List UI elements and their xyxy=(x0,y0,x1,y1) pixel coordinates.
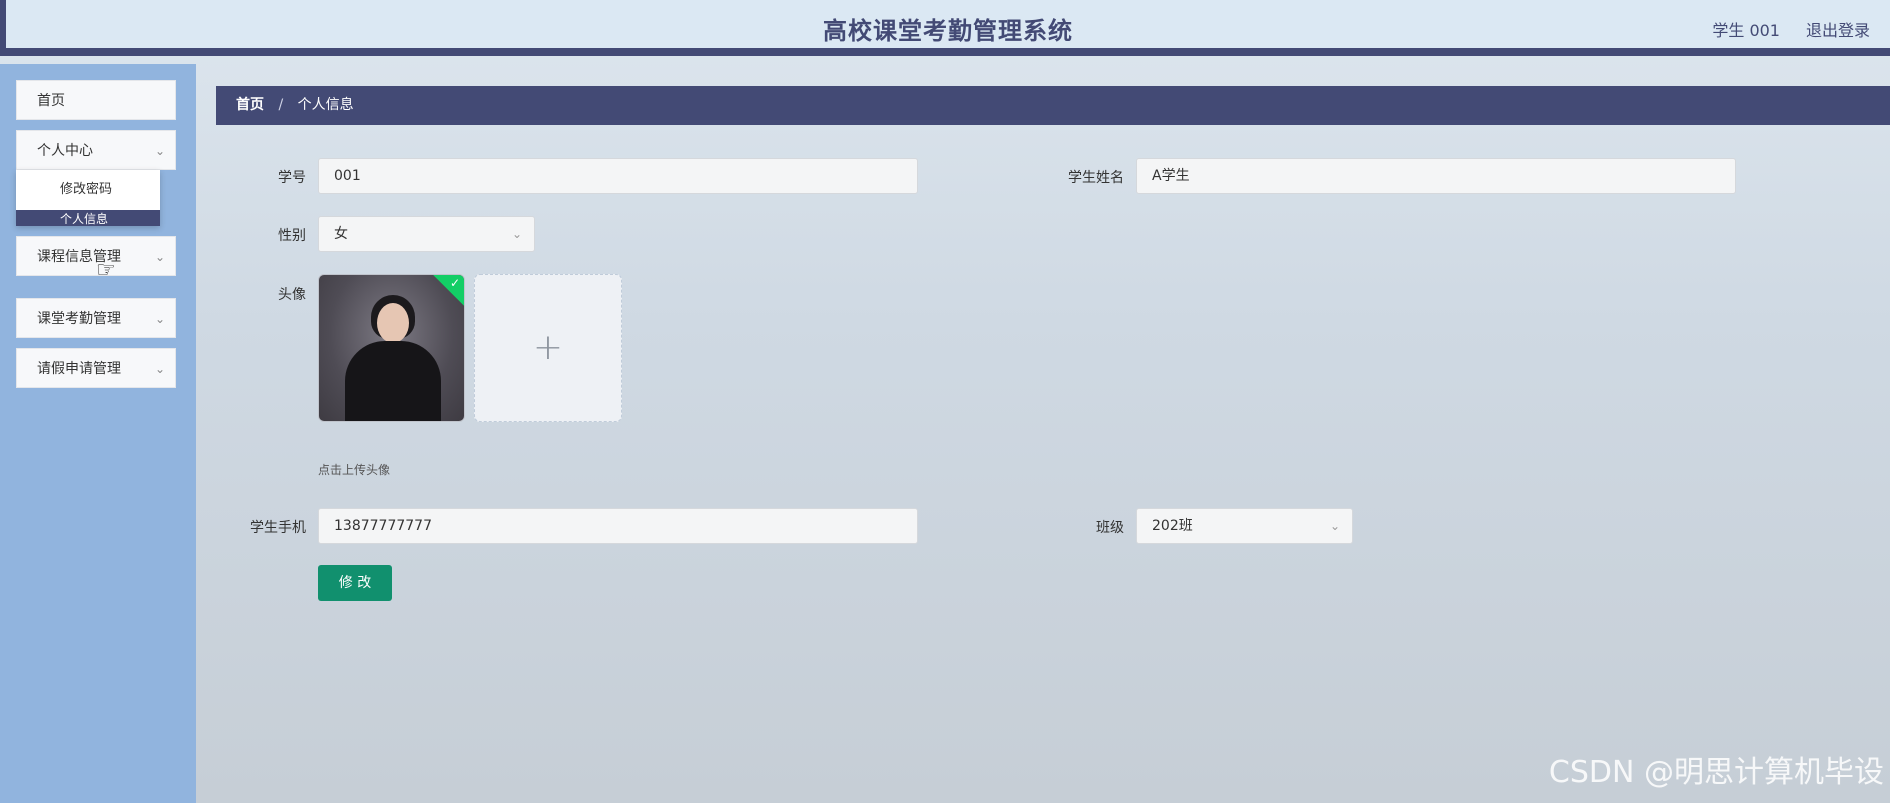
chevron-down-icon: ⌄ xyxy=(511,227,522,241)
class-select[interactable]: 202班 ⌄ xyxy=(1136,508,1353,544)
watermark: CSDN @明思计算机毕设 xyxy=(1548,755,1884,790)
student-name-label: 学生姓名 xyxy=(1068,170,1124,186)
modify-button[interactable]: 修 改 xyxy=(318,565,392,601)
class-label: 班级 xyxy=(1096,520,1124,536)
person-face xyxy=(377,303,409,343)
chevron-down-icon: ⌄ xyxy=(154,144,165,158)
student-no-field[interactable]: 001 xyxy=(318,158,918,194)
sidebar-item-home[interactable]: 首页 xyxy=(16,80,176,120)
class-value: 202班 xyxy=(1152,518,1193,534)
breadcrumb: 首页 / 个人信息 xyxy=(216,86,1890,125)
chevron-down-icon: ⌄ xyxy=(154,312,165,326)
submenu-personal-info[interactable]: 个人信息 xyxy=(16,210,160,226)
logout-link[interactable]: 退出登录 xyxy=(1806,17,1870,41)
gender-value: 女 xyxy=(334,226,348,242)
plus-icon: + xyxy=(532,327,564,368)
check-icon: ✓ xyxy=(449,276,460,290)
personal-center-submenu: 修改密码 个人信息 xyxy=(16,170,160,226)
gender-label: 性别 xyxy=(278,228,306,244)
sidebar-item-label: 首页 xyxy=(37,93,65,109)
breadcrumb-separator: / xyxy=(278,97,284,113)
phone-label: 学生手机 xyxy=(250,520,306,536)
sidebar-item-leave[interactable]: 请假申请管理 ⌄ xyxy=(16,348,176,388)
sidebar-item-label: 课堂考勤管理 xyxy=(37,311,121,327)
student-name-field[interactable]: A学生 xyxy=(1136,158,1736,194)
person-body xyxy=(345,341,441,421)
sidebar-item-label: 请假申请管理 xyxy=(37,361,121,377)
breadcrumb-current: 个人信息 xyxy=(297,97,354,113)
sidebar-item-personal-center[interactable]: 个人中心 ⌄ xyxy=(16,130,176,170)
avatar-label: 头像 xyxy=(278,287,306,303)
student-no-label: 学号 xyxy=(278,170,306,186)
success-badge xyxy=(432,275,464,308)
phone-field[interactable]: 13877777777 xyxy=(318,508,918,544)
chevron-down-icon: ⌄ xyxy=(154,362,165,376)
upload-hint: 点击上传头像 xyxy=(318,463,391,477)
hand-cursor-icon: ☞ xyxy=(96,258,116,283)
sidebar-item-label: 个人中心 xyxy=(37,143,93,159)
gender-select[interactable]: 女 ⌄ xyxy=(318,216,535,252)
sidebar-item-attendance[interactable]: 课堂考勤管理 ⌄ xyxy=(16,298,176,338)
avatar-upload[interactable]: + xyxy=(474,274,622,422)
app-title: 高校课堂考勤管理系统 xyxy=(823,17,1073,45)
submenu-change-password[interactable]: 修改密码 xyxy=(16,170,160,210)
avatar-image[interactable]: ✓ xyxy=(318,274,465,422)
chevron-down-icon: ⌄ xyxy=(154,250,165,264)
current-user: 学生 001 xyxy=(1712,21,1780,40)
top-header: 高校课堂考勤管理系统 学生 001 退出登录 xyxy=(0,0,1890,56)
chevron-down-icon: ⌄ xyxy=(1329,519,1340,533)
breadcrumb-home[interactable]: 首页 xyxy=(236,97,264,113)
